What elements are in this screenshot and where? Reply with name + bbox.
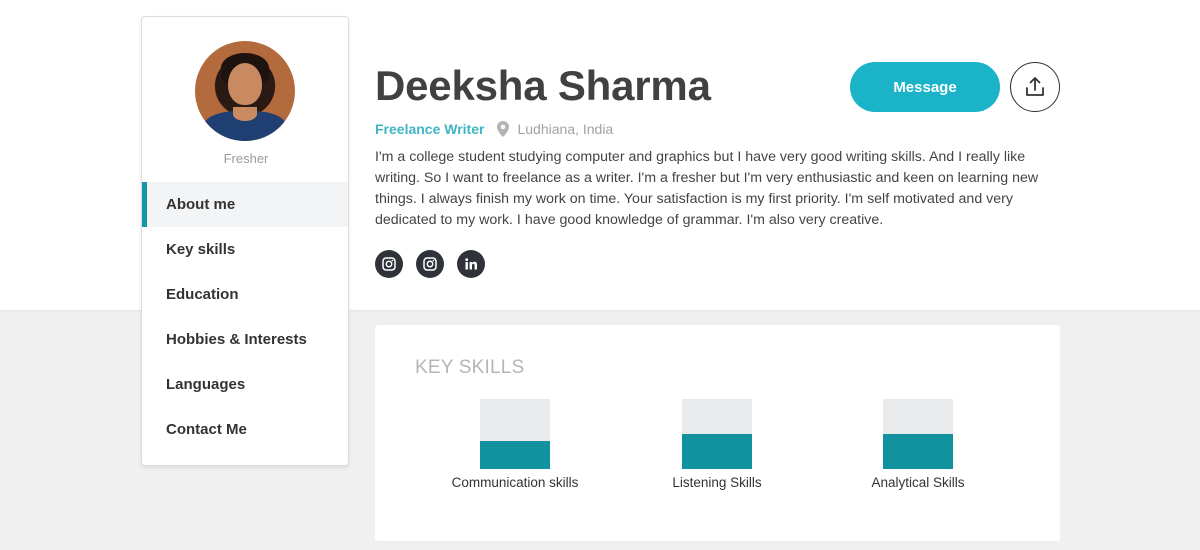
sidebar-menu: About me Key skills Education Hobbies & … [142, 182, 348, 452]
instagram-icon[interactable] [375, 250, 403, 278]
skill-bar [480, 399, 550, 469]
skill-communication: Communication skills [415, 399, 615, 490]
profile-meta: Freelance Writer Ludhiana, India [375, 121, 613, 137]
skill-bar-fill [480, 441, 550, 469]
location-pin-icon [497, 121, 510, 137]
share-upload-icon [1026, 77, 1044, 96]
avatar [195, 41, 295, 141]
sidebar-item-key-skills[interactable]: Key skills [142, 227, 348, 272]
skill-label: Communication skills [451, 475, 579, 490]
profile-role: Freelance Writer [375, 121, 485, 137]
skill-analytical: Analytical Skills [818, 399, 1018, 490]
profile-sidebar: Fresher About me Key skills Education Ho… [141, 16, 349, 466]
profile-name: Deeksha Sharma [375, 62, 711, 109]
message-button[interactable]: Message [850, 62, 1000, 112]
sidebar-item-about-me[interactable]: About me [142, 182, 348, 227]
key-skills-title: KEY SKILLS [415, 357, 525, 378]
skill-listening: Listening Skills [617, 399, 817, 490]
skill-bar-fill [682, 434, 752, 469]
profile-bio: I'm a college student studying computer … [375, 149, 1039, 228]
sidebar-item-contact[interactable]: Contact Me [142, 407, 348, 452]
sidebar-item-education[interactable]: Education [142, 272, 348, 317]
sidebar-item-hobbies[interactable]: Hobbies & Interests [142, 317, 348, 362]
share-button[interactable] [1010, 62, 1060, 112]
skill-label: Listening Skills [672, 475, 762, 490]
skill-bar [883, 399, 953, 469]
skill-bar-fill [883, 434, 953, 469]
skill-label: Analytical Skills [871, 475, 965, 490]
linkedin-icon[interactable] [457, 250, 485, 278]
instagram-icon[interactable] [416, 250, 444, 278]
skill-bar [682, 399, 752, 469]
sidebar-item-languages[interactable]: Languages [142, 362, 348, 407]
key-skills-card: KEY SKILLS Communication skills Listenin… [375, 325, 1060, 541]
profile-status: Fresher [223, 151, 269, 166]
social-links [375, 250, 485, 278]
profile-location: Ludhiana, India [517, 121, 614, 137]
